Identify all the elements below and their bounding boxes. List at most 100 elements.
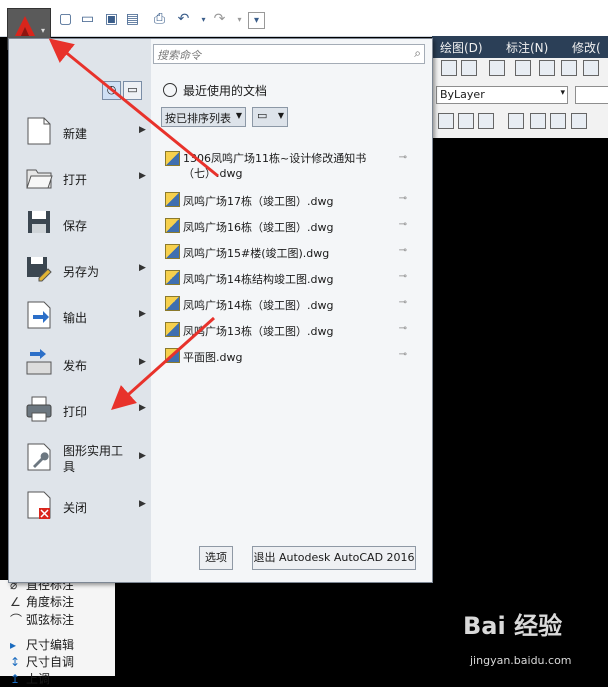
new-icon[interactable]: ▢ [58, 12, 73, 27]
dwg-file-icon [165, 218, 180, 233]
layer-value: ByLayer [440, 88, 485, 101]
tool-icon[interactable] [458, 113, 474, 129]
chevron-down-icon: ▾ [560, 88, 565, 98]
quick-access-toolbar: ▢ ▭ ▣ ▤ ⎙ ↶ ▾ ↷ ▾ ▾ [0, 0, 608, 37]
tool-icon[interactable] [489, 60, 505, 76]
menu-item-save[interactable]: 保存 [21, 205, 147, 245]
chevron-right-icon: ▶ [139, 451, 146, 461]
watermark-url: jingyan.baidu.com [470, 654, 572, 667]
pin-icon[interactable]: ⊸ [399, 245, 407, 256]
customize-toolbar-icon[interactable]: ▾ [248, 12, 265, 29]
arrows-icon: ↕ [10, 655, 21, 669]
menu-item-publish[interactable]: 发布 ▶ [21, 345, 147, 385]
recent-file-item[interactable]: 平面图.dwg ⊸ [165, 346, 425, 366]
baidu-jingyan-watermark: Bai 经验 [463, 612, 563, 640]
tool-icon[interactable] [550, 113, 566, 129]
close-file-icon [27, 491, 51, 519]
options-button[interactable]: 选项 [199, 546, 233, 570]
dwg-file-icon [165, 192, 180, 207]
chevron-down-icon: ▾ [41, 26, 46, 35]
dwg-file-icon [165, 322, 180, 337]
recent-file-item[interactable]: 凤鸣广场14栋结构竣工图.dwg ⊸ [165, 268, 425, 288]
chevron-right-icon: ▶ [139, 357, 146, 367]
pin-icon[interactable]: ⊸ [399, 349, 407, 360]
chevron-down-icon: ▼ [235, 111, 242, 120]
save-icon [28, 211, 50, 233]
sort-select[interactable]: 按已排序列表 ▼ [161, 107, 246, 127]
open-documents-toggle-icon[interactable]: ▭ [123, 81, 142, 100]
icon-view-icon: ▭ [257, 109, 268, 122]
redo-icon[interactable]: ↷ [212, 12, 227, 27]
printer-icon [26, 396, 52, 422]
plot-icon[interactable]: ⎙ [152, 12, 167, 27]
dwg-file-icon [165, 151, 180, 166]
new-file-icon [27, 117, 51, 145]
chevron-right-icon: ▶ [139, 125, 146, 135]
recent-documents-title: 最近使用的文档 [183, 84, 268, 98]
recent-file-item[interactable]: 凤鸣广场16栋（竣工图）.dwg ⊸ [165, 216, 425, 236]
search-icon[interactable]: ⌕ [414, 46, 421, 61]
tool-palette: ⌀ 直径标注 ∠ 角度标注 ⌒ 弧弦标注 ▸ 尺寸编辑 ↕ 尺寸自调 ↥ 上调 [0, 578, 115, 686]
palette-item[interactable]: ∠ 角度标注 [10, 593, 74, 610]
tool-icon[interactable] [583, 60, 599, 76]
pin-icon[interactable]: ⊸ [399, 219, 407, 230]
palette-item[interactable]: ▸ 尺寸编辑 [10, 636, 74, 653]
tab-modify[interactable]: 修改( [572, 39, 601, 56]
tab-draw[interactable]: 绘图(D) [440, 39, 483, 56]
clipboard-icon[interactable] [571, 113, 587, 129]
up-icon: ↥ [10, 672, 21, 686]
menu-item-save-as[interactable]: 另存为 ▶ [21, 251, 147, 291]
exit-autocad-button[interactable]: 退出 Autodesk AutoCAD 2016 [252, 546, 416, 570]
tool-icon[interactable] [441, 60, 457, 76]
pin-icon[interactable]: ⊸ [399, 323, 407, 334]
recent-file-item[interactable]: 凤鸣广场15#楼(竣工图).dwg ⊸ [165, 242, 425, 262]
palette-item[interactable]: ↕ 尺寸自调 [10, 653, 74, 670]
recent-file-item[interactable]: 凤鸣广场17栋（竣工图）.dwg ⊸ [165, 190, 425, 210]
move-icon[interactable] [530, 113, 546, 129]
tool-icon[interactable] [539, 60, 555, 76]
save-as-icon[interactable]: ▤ [125, 12, 140, 27]
tool-icon[interactable] [515, 60, 531, 76]
palette-item[interactable]: ⌒ 弧弦标注 [10, 611, 74, 628]
tool-icon[interactable] [438, 113, 454, 129]
application-menu: 搜索命令 ⌕ ◷ ▭ 新建 ▶ 打开 ▶ 保存 另存为 ▶ 输出 ▶ 发布 ▶ 打印 ▶ 图… [8, 38, 433, 583]
recent-file-item[interactable]: 凤鸣广场13栋（竣工图）.dwg ⊸ [165, 320, 425, 340]
tool-icon[interactable] [461, 60, 477, 76]
dwg-file-icon [165, 270, 180, 285]
chevron-right-icon: ▶ [139, 263, 146, 273]
undo-dropdown-icon[interactable]: ▾ [196, 12, 211, 27]
recent-file-item[interactable]: 1306凤鸣广场11栋~设计修改通知书（七）.dwg ⊸ [165, 149, 425, 183]
palette-item[interactable]: ↥ 上调 [10, 670, 50, 687]
view-select[interactable]: ▭ ▼ [252, 107, 288, 127]
menu-item-new[interactable]: 新建 ▶ [21, 113, 147, 153]
undo-icon[interactable]: ↶ [176, 12, 191, 27]
pin-icon[interactable]: ⊸ [399, 297, 407, 308]
angle-icon: ∠ [10, 595, 21, 609]
tab-dimension[interactable]: 标注(N) [506, 39, 548, 56]
menu-item-close[interactable]: 关闭 ▶ [21, 487, 147, 527]
chevron-right-icon: ▶ [139, 309, 146, 319]
open-icon[interactable]: ▭ [80, 12, 95, 27]
tool-icon[interactable] [478, 113, 494, 129]
menu-item-drawing-utilities[interactable]: 图形实用工具 ▶ [21, 439, 147, 479]
publish-icon [26, 349, 52, 375]
menu-item-open[interactable]: 打开 ▶ [21, 159, 147, 199]
chevron-right-icon: ▶ [139, 171, 146, 181]
linetype-select[interactable] [575, 86, 608, 104]
menu-item-print[interactable]: 打印 ▶ [21, 391, 147, 431]
tool-icon[interactable] [561, 60, 577, 76]
chevron-right-icon: ▶ [139, 499, 146, 509]
recent-file-item[interactable]: 凤鸣广场14栋（竣工图）.dwg ⊸ [165, 294, 425, 314]
redo-dropdown-icon[interactable]: ▾ [232, 12, 247, 27]
layer-select[interactable]: ByLayer ▾ [436, 86, 568, 104]
save-as-icon [27, 257, 52, 282]
recent-documents-toggle-icon[interactable]: ◷ [102, 81, 121, 100]
pin-icon[interactable]: ⊸ [399, 152, 407, 163]
search-input[interactable]: 搜索命令 ⌕ [153, 44, 425, 64]
triangle-icon: ▸ [10, 638, 17, 652]
pin-icon[interactable]: ⊸ [399, 193, 407, 204]
save-icon[interactable]: ▣ [104, 12, 119, 27]
tool-icon[interactable] [508, 113, 524, 129]
menu-item-export[interactable]: 输出 ▶ [21, 297, 147, 337]
pin-icon[interactable]: ⊸ [399, 271, 407, 282]
